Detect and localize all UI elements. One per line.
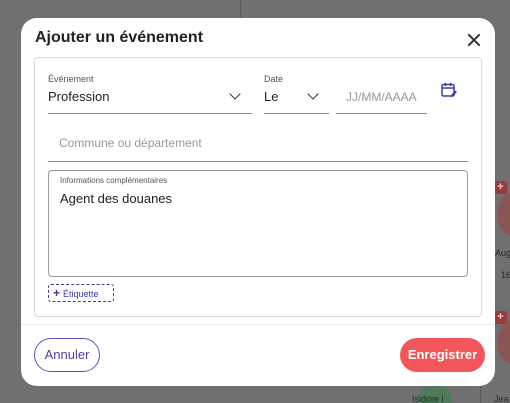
tree-connector xyxy=(480,386,481,403)
dialog-title: Ajouter un événement xyxy=(35,29,204,46)
chevron-down-icon xyxy=(229,88,241,100)
cancel-button[interactable]: Annuler xyxy=(34,338,100,372)
chevron-down-icon xyxy=(307,88,319,100)
date-qualifier-select[interactable]: Date Le xyxy=(264,74,329,114)
person-node xyxy=(497,320,510,364)
person-name: Aug xyxy=(495,248,510,258)
person-name: Jea xyxy=(494,394,509,403)
date-input[interactable]: JJ/MM/AAAA xyxy=(336,74,427,114)
event-form-panel: Événement Profession Date Le JJ/MM/AAAA … xyxy=(34,57,482,317)
date-placeholder: JJ/MM/AAAA xyxy=(346,90,417,104)
add-tag-label: Étiquette xyxy=(63,289,99,299)
add-tag-button[interactable]: + Étiquette xyxy=(48,284,114,302)
person-date: 16 xyxy=(501,270,510,280)
plus-icon: + xyxy=(53,286,61,300)
additional-info-value: Agent des douanes xyxy=(60,191,173,206)
footer-divider xyxy=(21,324,495,325)
save-button[interactable]: Enregistrer xyxy=(400,338,485,372)
add-event-dialog: Ajouter un événement Événement Professio… xyxy=(21,18,495,386)
event-type-value: Profession xyxy=(48,89,110,104)
close-icon[interactable] xyxy=(464,30,484,50)
add-badge-icon: + xyxy=(494,311,507,324)
date-qualifier-value: Le xyxy=(264,89,279,104)
event-type-select[interactable]: Événement Profession xyxy=(48,74,252,114)
additional-info-label: Informations complémentaires xyxy=(60,176,168,185)
date-label: Date xyxy=(264,74,284,84)
additional-info-textarea[interactable]: Informations complémentaires Agent des d… xyxy=(48,170,468,277)
calendar-edit-icon[interactable] xyxy=(441,82,457,98)
person-name: Isidore l xyxy=(412,394,444,403)
person-node xyxy=(497,192,510,236)
commune-input[interactable]: Commune ou département xyxy=(48,128,468,162)
commune-placeholder: Commune ou département xyxy=(59,136,202,150)
event-type-label: Événement xyxy=(48,74,94,84)
tree-connector xyxy=(240,0,241,18)
add-badge-icon: + xyxy=(494,181,507,194)
